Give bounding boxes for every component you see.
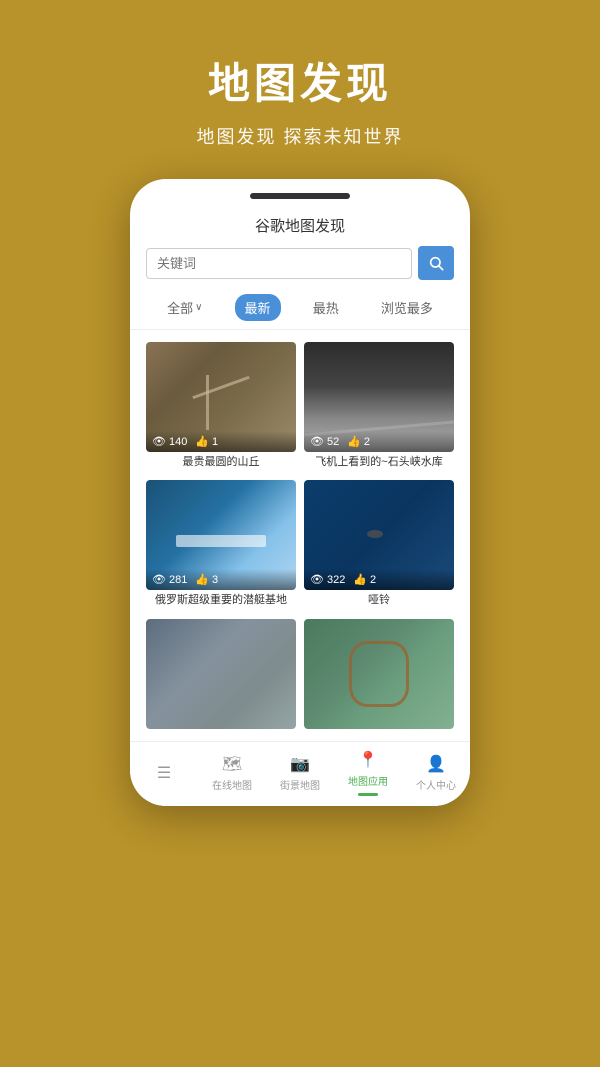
content-grid: 👁 140 👍 1 最贵最圆的山丘 👁 52 — [130, 330, 470, 741]
filter-tabs: 全部 最新 最热 浏览最多 — [130, 290, 470, 330]
subtitle: 地图发现 探索未知世界 — [197, 123, 404, 149]
eye-icon: 👁 — [310, 573, 324, 586]
list-item[interactable]: 👁 281 👍 3 俄罗斯超级重要的潜艇基地 — [146, 480, 296, 610]
item1-overlay: 👁 140 👍 1 — [146, 431, 296, 452]
map-apps-icon: 📍 — [358, 750, 378, 770]
list-item[interactable]: 👁 140 👍 1 最贵最圆的山丘 — [146, 342, 296, 472]
list-item[interactable]: 👁 322 👍 2 哑铃 — [304, 480, 454, 610]
header-section: 地图发现 地图发现 探索未知世界 — [0, 0, 600, 179]
item3-likes: 👍 3 — [195, 573, 218, 586]
nav-menu[interactable]: ☰ — [130, 763, 198, 783]
item5-image — [146, 619, 296, 729]
item3-image: 👁 281 👍 3 — [146, 480, 296, 590]
nav-map-apps[interactable]: 📍 地图应用 — [334, 750, 402, 796]
item4-views: 👁 322 — [310, 573, 345, 586]
item1-label: 最贵最圆的山丘 — [146, 452, 296, 472]
like-icon: 👍 — [353, 573, 367, 586]
eye-icon: 👁 — [152, 435, 166, 448]
street-view-label: 街景地图 — [280, 777, 320, 792]
list-item[interactable]: 👁 52 👍 2 飞机上看到的~石头峡水库 — [304, 342, 454, 472]
list-item[interactable] — [146, 619, 296, 729]
item1-views: 👁 140 — [152, 435, 187, 448]
search-input[interactable] — [146, 248, 412, 279]
main-title: 地图发现 — [208, 50, 392, 111]
nav-street-view[interactable]: 📷 街景地图 — [266, 754, 334, 792]
profile-icon: 👤 — [426, 754, 446, 774]
filter-all[interactable]: 全部 — [157, 294, 212, 321]
list-item[interactable] — [304, 619, 454, 729]
item2-views: 👁 52 — [310, 435, 339, 448]
search-bar — [146, 246, 454, 280]
filter-hot[interactable]: 最热 — [303, 294, 349, 321]
item2-likes: 👍 2 — [347, 435, 370, 448]
nav-profile[interactable]: 👤 个人中心 — [402, 754, 470, 792]
menu-icon: ☰ — [157, 763, 171, 783]
item2-label: 飞机上看到的~石头峡水库 — [304, 452, 454, 472]
item2-overlay: 👁 52 👍 2 — [304, 431, 454, 452]
item4-image: 👁 322 👍 2 — [304, 480, 454, 590]
item3-views: 👁 281 — [152, 573, 187, 586]
item4-likes: 👍 2 — [353, 573, 376, 586]
active-indicator — [358, 793, 378, 796]
eye-icon: 👁 — [310, 435, 324, 448]
item6-image — [304, 619, 454, 729]
search-button[interactable] — [418, 246, 454, 280]
like-icon: 👍 — [195, 435, 209, 448]
bottom-nav: ☰ 🗺 在线地图 📷 街景地图 📍 地图应用 👤 个人中心 — [130, 741, 470, 806]
online-map-icon: 🗺 — [222, 754, 242, 774]
profile-label: 个人中心 — [416, 777, 456, 792]
phone-notch — [250, 193, 350, 199]
street-view-icon: 📷 — [290, 754, 310, 774]
item3-overlay: 👁 281 👍 3 — [146, 569, 296, 590]
filter-latest[interactable]: 最新 — [235, 294, 281, 321]
map-apps-label: 地图应用 — [348, 773, 388, 788]
eye-icon: 👁 — [152, 573, 166, 586]
online-map-label: 在线地图 — [212, 777, 252, 792]
filter-most-viewed[interactable]: 浏览最多 — [371, 294, 443, 321]
phone-app-title: 谷歌地图发现 — [130, 209, 470, 246]
phone-mockup: 谷歌地图发现 全部 最新 最热 浏览最多 👁 140 — [130, 179, 470, 806]
item3-label: 俄罗斯超级重要的潜艇基地 — [146, 590, 296, 610]
item1-likes: 👍 1 — [195, 435, 218, 448]
item2-image: 👁 52 👍 2 — [304, 342, 454, 452]
search-icon — [428, 255, 444, 271]
like-icon: 👍 — [195, 573, 209, 586]
item4-label: 哑铃 — [304, 590, 454, 610]
nav-online-map[interactable]: 🗺 在线地图 — [198, 754, 266, 792]
item4-overlay: 👁 322 👍 2 — [304, 569, 454, 590]
item1-image: 👁 140 👍 1 — [146, 342, 296, 452]
like-icon: 👍 — [347, 435, 361, 448]
